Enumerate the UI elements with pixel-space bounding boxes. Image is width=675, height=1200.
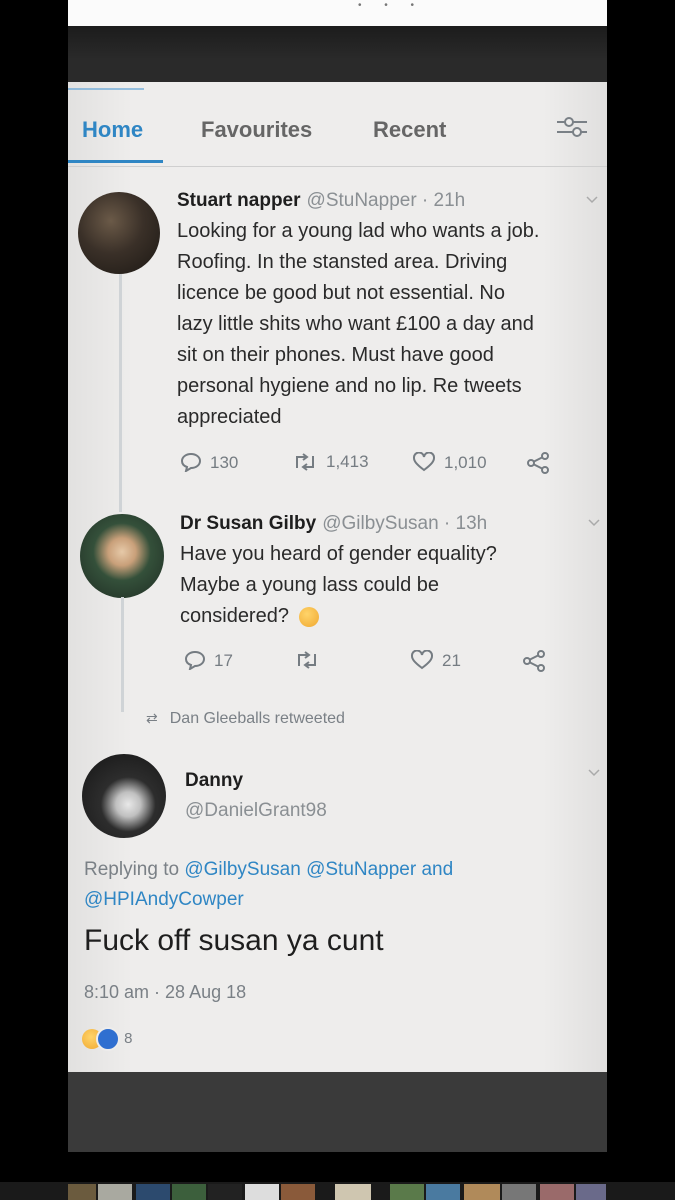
retweet-icon: ⇄: [146, 710, 158, 726]
tweet-line: Roofing. In the stansted area. Driving: [177, 251, 508, 273]
tab-home[interactable]: Home: [82, 117, 143, 143]
retweet-icon: [298, 651, 316, 669]
author-name: Stuart napper: [177, 190, 301, 211]
tweet-author-line[interactable]: Stuart napper @StuNapper · 21h: [177, 190, 465, 212]
taskbar-thumbnail[interactable]: [502, 1184, 536, 1200]
reply-author-name[interactable]: Danny: [185, 770, 243, 792]
tweet-line: personal hygiene and no lip. Re tweets: [177, 375, 522, 397]
taskbar-thumbnail[interactable]: [98, 1184, 132, 1200]
like-button[interactable]: 21: [410, 649, 461, 671]
reaction-count: 8: [124, 1029, 133, 1047]
author-name: Danny: [185, 770, 244, 791]
taskbar-thumbnail[interactable]: [136, 1184, 170, 1200]
like-count: 21: [442, 651, 461, 670]
and-word: and: [421, 859, 454, 880]
author-name: Dr Susan Gilby: [180, 513, 317, 534]
mention-link[interactable]: @GilbySusan: [184, 859, 300, 880]
tab-bar: Home Favourites Recent: [68, 82, 607, 167]
reply-count: 130: [210, 453, 239, 472]
retweeted-by[interactable]: ⇄ Dan Gleeballs retweeted: [146, 710, 345, 728]
tweet-line: considered?: [180, 601, 600, 632]
chevron-down-icon[interactable]: [588, 768, 600, 778]
tweet-actions: 130 1,413 1,010: [180, 451, 600, 476]
tweet-text: Looking for a young lad who wants a job.…: [177, 216, 607, 433]
tweet-line: lazy little shits who want £100 a day an…: [177, 313, 534, 335]
taskbar: [0, 1182, 675, 1200]
reply-author-handle[interactable]: @DanielGrant98: [185, 800, 327, 822]
tweet-line: Looking for a young lad who wants a job.: [177, 220, 540, 242]
taskbar-thumbnail[interactable]: [208, 1184, 242, 1200]
tab-recent[interactable]: Recent: [373, 117, 446, 143]
reply-icon: [184, 650, 206, 672]
tweet-text: Have you heard of gender equality? Maybe…: [180, 539, 600, 632]
reply-count: 17: [214, 651, 233, 670]
like-reaction-icon: [96, 1027, 120, 1051]
reply-button[interactable]: 17: [184, 650, 233, 672]
active-tab-indicator: [68, 160, 163, 163]
share-button[interactable]: [526, 452, 558, 475]
author-handle: @StuNapper · 21h: [306, 190, 466, 211]
taskbar-thumbnail[interactable]: [335, 1184, 371, 1200]
tweet-actions: 17 21: [184, 649, 604, 674]
monitor-lower-bezel: [68, 1072, 607, 1152]
mention-link[interactable]: @HPIAndyCowper: [84, 889, 244, 910]
reply-icon: [180, 452, 202, 474]
taskbar-thumbnail[interactable]: [68, 1184, 96, 1200]
grinning-emoji-icon: [298, 606, 319, 627]
avatar[interactable]: [82, 754, 166, 838]
replying-to: Replying to @GilbySusan @StuNapper and @…: [84, 855, 554, 915]
taskbar-thumbnail[interactable]: [281, 1184, 315, 1200]
retweeted-by-text: Dan Gleeballs retweeted: [169, 710, 345, 727]
tab-favourites[interactable]: Favourites: [201, 117, 312, 143]
taskbar-thumbnail[interactable]: [172, 1184, 206, 1200]
share-button[interactable]: [522, 650, 554, 673]
author-handle: @GilbySusan · 13h: [322, 513, 488, 534]
replying-prefix: Replying to: [84, 859, 180, 880]
top-strip: • • •: [68, 0, 607, 26]
author-handle: @DanielGrant98: [185, 800, 327, 821]
retweet-button[interactable]: [294, 650, 328, 670]
taskbar-thumbnail[interactable]: [540, 1184, 574, 1200]
share-icon: [527, 452, 549, 474]
taskbar-thumbnail[interactable]: [464, 1184, 500, 1200]
like-count: 1,010: [444, 453, 487, 472]
timestamp: 8:10 am · 28 Aug 18: [84, 982, 247, 1002]
retweet-button[interactable]: 1,413: [292, 452, 369, 472]
avatar[interactable]: [80, 514, 164, 598]
taskbar-thumbnail[interactable]: [245, 1184, 279, 1200]
tweet-author-line[interactable]: Dr Susan Gilby @GilbySusan · 13h: [180, 513, 487, 535]
heart-icon: [411, 649, 433, 670]
retweet-count: 1,413: [326, 452, 369, 471]
tweet-line-text: considered?: [180, 605, 289, 627]
sliders-icon[interactable]: [555, 114, 589, 140]
avatar[interactable]: [78, 192, 160, 274]
thread-line: [121, 597, 124, 712]
tweet-line: Have you heard of gender equality?: [180, 543, 497, 565]
tweet-line: appreciated: [177, 406, 282, 428]
tab-top-line: [68, 88, 144, 90]
taskbar-thumbnail[interactable]: [390, 1184, 424, 1200]
reaction-summary[interactable]: 8: [82, 1027, 133, 1051]
taskbar-thumbnail[interactable]: [426, 1184, 460, 1200]
heart-icon: [413, 451, 435, 472]
reply-button[interactable]: 130: [180, 452, 239, 474]
reply-text: Fuck off susan ya cunt: [84, 924, 384, 957]
tweet-line: sit on their phones. Must have good: [177, 344, 494, 366]
taskbar-thumbnail[interactable]: [576, 1184, 606, 1200]
twitter-screen: Home Favourites Recent Stuart napper @Stu…: [68, 82, 607, 1072]
retweet-icon: [296, 453, 314, 471]
page-indicator-dots: • • •: [358, 0, 425, 11]
share-icon: [523, 650, 545, 672]
mention-link[interactable]: @StuNapper: [306, 859, 416, 880]
chevron-down-icon[interactable]: [588, 518, 600, 528]
thread-line: [119, 272, 122, 512]
tweet-line: licence be good but not essential. No: [177, 282, 505, 304]
like-button[interactable]: 1,010: [412, 451, 487, 473]
chevron-down-icon[interactable]: [586, 195, 598, 205]
tweet-line: Maybe a young lass could be: [180, 574, 440, 596]
